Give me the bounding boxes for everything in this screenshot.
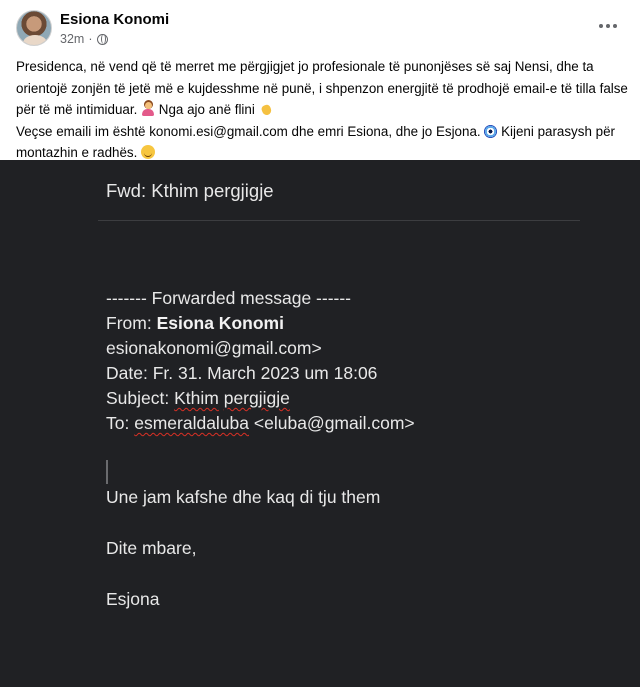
date-line: Date: Fr. 31. March 2023 um 18:06 [106, 363, 378, 383]
post-text-paragraph-1-tail: Nga ajo anë flini [158, 102, 255, 117]
post-text: Presidenca, në vend që të merret me përg… [16, 56, 628, 164]
winking-face-emoji-icon [141, 145, 156, 159]
from-name: Esiona Konomi [156, 313, 284, 333]
post-meta: 32m · [60, 32, 108, 46]
forwarded-message-header: ------- Forwarded message ------ [106, 288, 351, 308]
to-line: To: esmeraldaluba <eluba@gmail.com> [106, 413, 415, 433]
text-cursor [106, 460, 108, 484]
email-screenshot-image[interactable]: Fwd: Kthim pergjigje ------- Forwarded m… [0, 160, 640, 687]
facebook-post: Esiona Konomi 32m · Presidenca, në vend … [0, 0, 640, 687]
post-header: Esiona Konomi 32m · [0, 0, 640, 50]
person-emoji-icon [141, 102, 155, 116]
post-timestamp[interactable]: 32m [60, 32, 84, 46]
email-greeting: Dite mbare, [106, 538, 197, 558]
from-line: From: Esiona Konomi [106, 313, 284, 333]
forwarded-header-block: ------- Forwarded message ------ From: E… [106, 286, 415, 436]
email-signature: Esjona [106, 589, 160, 609]
post-text-paragraph-1: Presidenca, në vend që të merret me përg… [16, 59, 628, 117]
author-name[interactable]: Esiona Konomi [60, 11, 169, 28]
subject-line: Subject: Kthim pergjigje [106, 388, 290, 408]
email-subject-heading: Fwd: Kthim pergjigje [106, 180, 274, 201]
more-options-button[interactable] [594, 14, 622, 38]
more-horizontal-icon [599, 24, 603, 28]
waving-hand-emoji-icon [259, 102, 273, 116]
globe-icon[interactable] [96, 33, 108, 45]
email-message: Une jam kafshe dhe kaq di tju them [106, 487, 381, 507]
nazar-amulet-emoji-icon [484, 124, 498, 138]
email-divider [98, 220, 580, 221]
post-text-paragraph-2: Veçse emaili im është konomi.esi@gmail.c… [16, 123, 481, 139]
from-email: esionakonomi@gmail.com> [106, 338, 322, 358]
author-avatar[interactable] [16, 10, 52, 46]
meta-separator: · [88, 32, 93, 46]
